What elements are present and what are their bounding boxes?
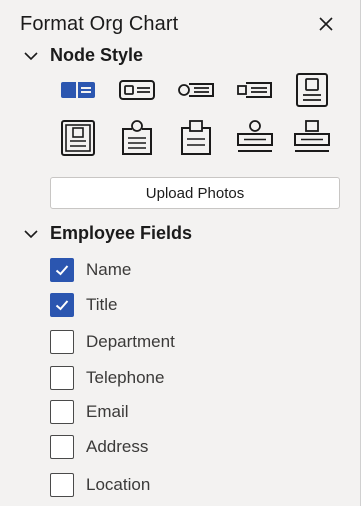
field-label: Location — [86, 475, 151, 494]
telephone-checkbox[interactable] — [50, 366, 74, 390]
field-label: Name — [86, 260, 132, 279]
node-style-option[interactable] — [115, 118, 159, 158]
field-department[interactable]: Department — [50, 329, 175, 355]
upload-photos-button[interactable]: Upload Photos — [50, 177, 340, 209]
field-name[interactable]: Name — [50, 257, 131, 283]
node-style-option[interactable] — [115, 70, 159, 110]
node-style-option[interactable] — [56, 118, 100, 158]
field-email[interactable]: Email — [50, 399, 129, 425]
title-checkbox[interactable] — [50, 293, 74, 317]
employee-fields-header[interactable]: Employee Fields — [22, 223, 192, 244]
department-checkbox[interactable] — [50, 330, 74, 354]
style-framed-lines-icon — [61, 120, 95, 156]
style-card-lines-icon — [119, 80, 155, 100]
field-label: Title — [86, 295, 118, 314]
field-address[interactable]: Address — [50, 434, 148, 460]
style-badge-tab-icon — [181, 120, 211, 155]
style-tab-lines-icon — [237, 82, 272, 98]
node-style-header[interactable]: Node Style — [22, 45, 143, 66]
node-style-option[interactable] — [290, 118, 334, 158]
close-icon — [319, 17, 333, 31]
field-location[interactable]: Location — [50, 472, 150, 498]
field-label: Telephone — [86, 368, 165, 387]
node-style-option[interactable] — [174, 70, 218, 110]
chevron-down-icon — [24, 229, 38, 238]
style-circle-stack-icon — [237, 120, 273, 152]
checkmark-icon — [55, 300, 69, 311]
name-checkbox[interactable] — [50, 258, 74, 282]
node-style-option[interactable] — [290, 70, 334, 110]
field-label: Department — [86, 332, 175, 351]
employee-fields-heading: Employee Fields — [50, 223, 193, 243]
style-square-stack-icon — [294, 120, 330, 152]
pane-title: Format Org Chart — [20, 13, 179, 35]
style-badge-circle-icon — [122, 120, 152, 155]
location-checkbox[interactable] — [50, 473, 74, 497]
chevron-down-icon — [24, 51, 38, 60]
email-checkbox[interactable] — [50, 400, 74, 424]
node-style-option[interactable] — [233, 70, 277, 110]
format-org-chart-pane: Format Org Chart Node Style Upload Photo… — [0, 0, 361, 506]
node-style-option[interactable] — [174, 118, 218, 158]
field-title[interactable]: Title — [50, 292, 118, 318]
style-tag-lines-icon — [178, 83, 214, 97]
checkmark-icon — [55, 265, 69, 276]
close-button[interactable] — [314, 12, 338, 36]
node-style-option[interactable] — [56, 70, 100, 110]
node-style-heading: Node Style — [50, 45, 144, 65]
field-label: Address — [86, 437, 149, 456]
style-side-bar-icon — [61, 82, 95, 98]
style-portrait-card-icon — [296, 73, 328, 107]
field-telephone[interactable]: Telephone — [50, 365, 164, 391]
address-checkbox[interactable] — [50, 435, 74, 459]
node-style-option[interactable] — [233, 118, 277, 158]
field-label: Email — [86, 402, 129, 421]
